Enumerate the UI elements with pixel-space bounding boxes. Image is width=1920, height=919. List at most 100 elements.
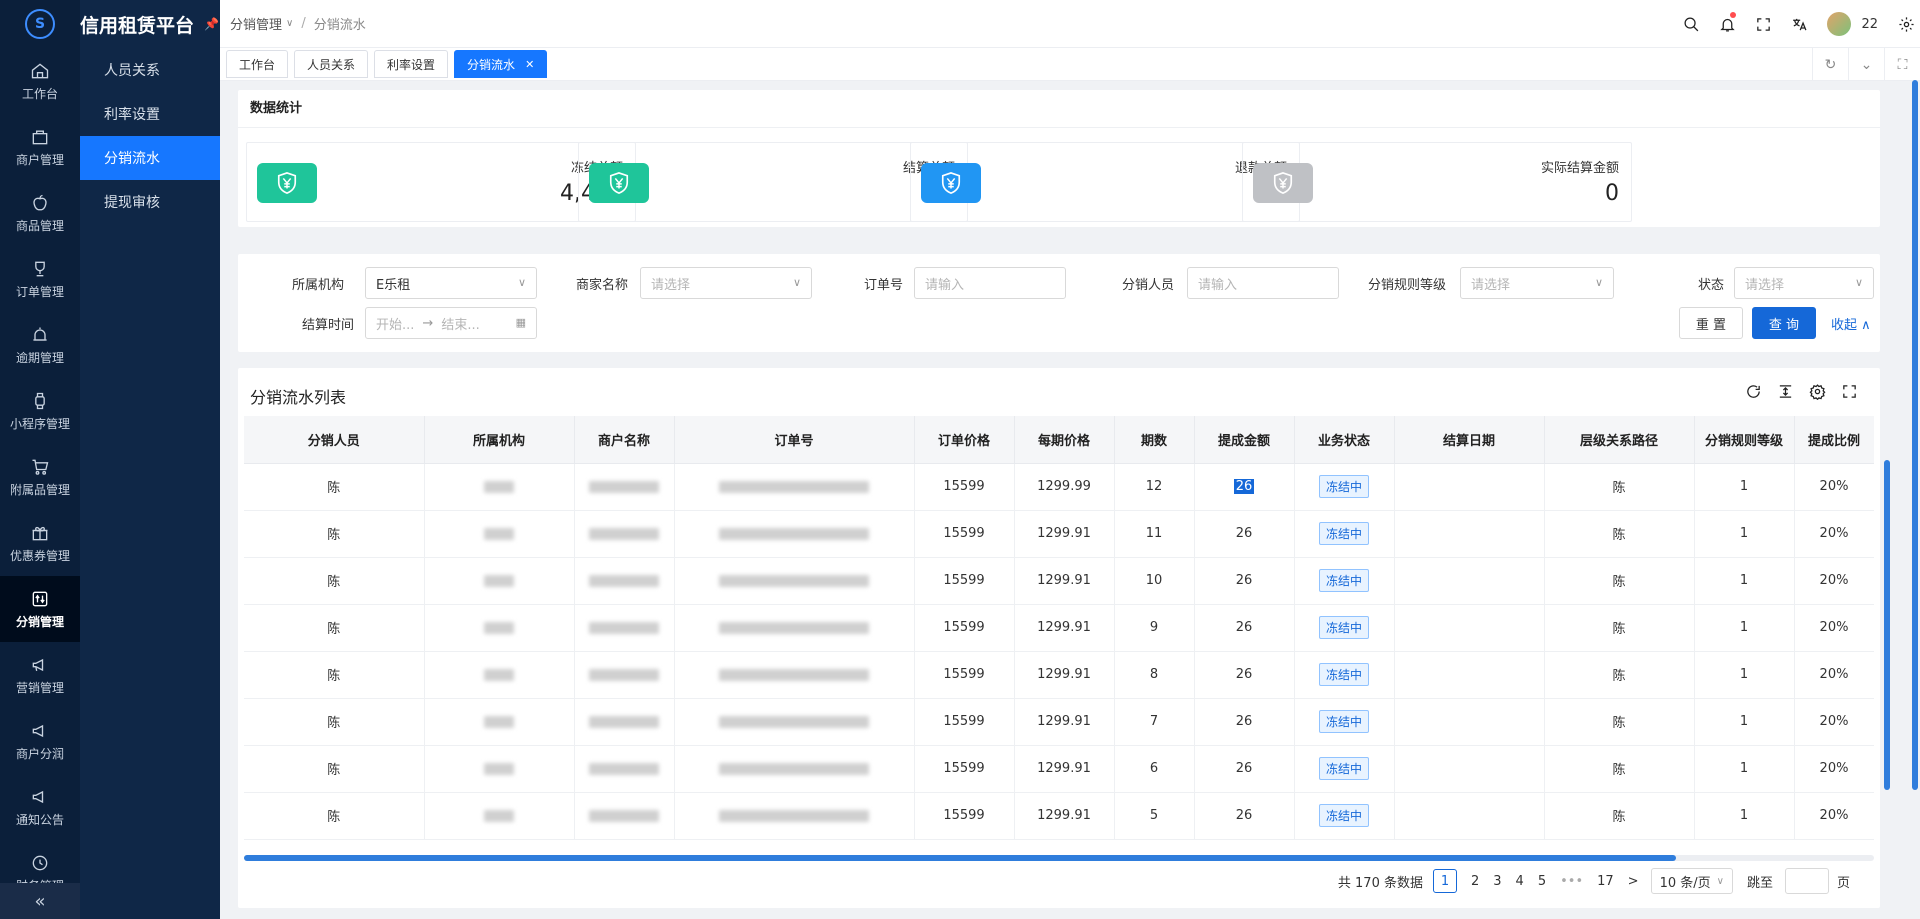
reload-icon[interactable] bbox=[1744, 382, 1762, 400]
per-price-text: 1299.91 bbox=[1037, 620, 1091, 635]
rail-item-3[interactable]: 订单管理 bbox=[0, 246, 80, 312]
level-select[interactable]: 请选择 ∨ bbox=[1460, 267, 1614, 299]
submenu-item-rate[interactable]: 利率设置 bbox=[80, 92, 220, 136]
page-4[interactable]: 4 bbox=[1516, 874, 1524, 889]
breadcrumb-parent[interactable]: 分销管理 bbox=[230, 14, 282, 33]
column-header[interactable]: 层级关系路径 bbox=[1544, 416, 1695, 464]
cell-ratio: 20% bbox=[1794, 557, 1874, 605]
status-select[interactable]: 请选择 ∨ bbox=[1734, 267, 1874, 299]
page-3[interactable]: 3 bbox=[1493, 874, 1501, 889]
tab-flow[interactable]: 分销流水 ✕ bbox=[454, 50, 548, 78]
column-settings-icon[interactable] bbox=[1808, 382, 1826, 400]
redacted-text bbox=[484, 668, 514, 681]
column-header[interactable]: 商户名称 bbox=[574, 416, 675, 464]
fullscreen-icon[interactable] bbox=[1840, 382, 1858, 400]
page-17[interactable]: 17 bbox=[1597, 874, 1614, 889]
table-vertical-scrollbar[interactable] bbox=[1884, 460, 1890, 790]
refresh-icon[interactable]: ↻ bbox=[1812, 48, 1848, 81]
chevron-down-icon[interactable]: ⌄ bbox=[1848, 48, 1884, 81]
scrollbar-thumb[interactable] bbox=[244, 855, 1676, 861]
submenu-item-relations[interactable]: 人员关系 bbox=[80, 48, 220, 92]
column-header[interactable]: 订单价格 bbox=[914, 416, 1015, 464]
cell-org bbox=[424, 792, 575, 840]
jump-input[interactable] bbox=[1784, 868, 1829, 894]
search-icon[interactable] bbox=[1673, 0, 1709, 48]
submenu-item-withdraw[interactable]: 提现审核 bbox=[80, 180, 220, 224]
table-row[interactable]: 陈 15599 1299.91 9 26 冻结中 陈 1 20% bbox=[244, 604, 1874, 652]
person-input[interactable]: 请输入 bbox=[1187, 267, 1339, 299]
shield-yen-icon bbox=[1253, 163, 1313, 203]
rail-item-0[interactable]: 工作台 bbox=[0, 48, 80, 114]
table-row[interactable]: 陈 15599 1299.99 12 26 冻结中 陈 1 20% bbox=[244, 463, 1874, 511]
cell-date bbox=[1394, 510, 1545, 558]
avatar[interactable] bbox=[1827, 12, 1852, 36]
chevron-down-icon: ∨ bbox=[792, 276, 801, 289]
column-header[interactable]: 订单号 bbox=[674, 416, 915, 464]
column-header[interactable]: 每期价格 bbox=[1014, 416, 1115, 464]
next-page-icon[interactable]: > bbox=[1628, 874, 1639, 889]
rail-item-11[interactable]: 通知公告 bbox=[0, 774, 80, 840]
page-vertical-scrollbar[interactable] bbox=[1912, 80, 1918, 790]
query-button[interactable]: 查 询 bbox=[1752, 307, 1816, 339]
bell-icon[interactable] bbox=[1709, 0, 1745, 48]
table-row[interactable]: 陈 15599 1299.91 5 26 冻结中 陈 1 20% bbox=[244, 792, 1874, 840]
rail-item-6[interactable]: 附属品管理 bbox=[0, 444, 80, 510]
reset-button[interactable]: 重 置 bbox=[1679, 307, 1743, 339]
tab-rate[interactable]: 利率设置 bbox=[374, 50, 449, 78]
rail-item-1[interactable]: 商户管理 bbox=[0, 114, 80, 180]
bell-outline-icon bbox=[30, 721, 50, 741]
redacted-text bbox=[589, 621, 659, 634]
table-row[interactable]: 陈 15599 1299.91 6 26 冻结中 陈 1 20% bbox=[244, 745, 1874, 793]
table-row[interactable]: 陈 15599 1299.91 10 26 冻结中 陈 1 20% bbox=[244, 557, 1874, 605]
column-header[interactable]: 结算日期 bbox=[1394, 416, 1545, 464]
settings-gear-icon[interactable] bbox=[1892, 0, 1920, 48]
column-header[interactable]: 分销人员 bbox=[244, 416, 425, 464]
redacted-text bbox=[484, 480, 514, 493]
page-5[interactable]: 5 bbox=[1538, 874, 1546, 889]
column-header[interactable]: 提成金额 bbox=[1194, 416, 1295, 464]
column-header[interactable]: 期数 bbox=[1114, 416, 1195, 464]
table-row[interactable]: 陈 15599 1299.91 7 26 冻结中 陈 1 20% bbox=[244, 698, 1874, 746]
rail-item-7[interactable]: 优惠券管理 bbox=[0, 510, 80, 576]
rail-item-5[interactable]: 小程序管理 bbox=[0, 378, 80, 444]
table-row[interactable]: 陈 15599 1299.91 8 26 冻结中 陈 1 20% bbox=[244, 651, 1874, 699]
maximize-icon[interactable]: ⛶ bbox=[1884, 48, 1920, 81]
page-ellipsis[interactable]: ••• bbox=[1560, 874, 1583, 889]
column-header[interactable]: 分销规则等级 bbox=[1694, 416, 1795, 464]
tab-relations[interactable]: 人员关系 bbox=[294, 50, 369, 78]
collapse-link[interactable]: 收起 ∧ bbox=[1831, 314, 1871, 333]
order-input[interactable]: 请输入 bbox=[914, 267, 1066, 299]
table-row[interactable]: 陈 15599 1299.91 11 26 冻结中 陈 1 20% bbox=[244, 510, 1874, 558]
chevron-down-icon[interactable]: ∨ bbox=[286, 18, 293, 29]
app-logo[interactable]: S bbox=[0, 0, 80, 48]
rail-item-10[interactable]: 商户分润 bbox=[0, 708, 80, 774]
column-header[interactable]: 业务状态 bbox=[1294, 416, 1395, 464]
org-select[interactable]: E乐租 ∨ bbox=[365, 267, 537, 299]
rail-item-8[interactable]: 分销管理 bbox=[0, 576, 80, 642]
column-header[interactable]: 提成比例 bbox=[1794, 416, 1874, 464]
pin-icon[interactable]: 📌 bbox=[204, 17, 219, 31]
density-icon[interactable] bbox=[1776, 382, 1794, 400]
collapse-menu-button[interactable]: « bbox=[0, 883, 80, 919]
chevron-up-icon: ∧ bbox=[1861, 318, 1871, 333]
submenu-item-flow[interactable]: 分销流水 bbox=[80, 136, 220, 180]
merchant-select[interactable]: 请选择 ∨ bbox=[640, 267, 812, 299]
translate-icon[interactable] bbox=[1781, 0, 1817, 48]
table-wrapper[interactable]: 分销人员 所属机构 商户名称 订单号 订单价格 每期价格 期数 提成金额 业务状态 结算日期 层级关… bbox=[244, 416, 1874, 861]
redacted-text bbox=[589, 762, 659, 775]
fullscreen-icon[interactable] bbox=[1745, 0, 1781, 48]
horizontal-scrollbar[interactable] bbox=[244, 855, 1874, 861]
page-size-select[interactable]: 10 条/页 ∨ bbox=[1650, 868, 1733, 894]
ratio-text: 20% bbox=[1819, 479, 1849, 494]
user-name[interactable]: 22 bbox=[1861, 17, 1878, 32]
date-range-picker[interactable]: 开始... → 结束... ▦ bbox=[365, 307, 537, 339]
rail-item-9[interactable]: 营销管理 bbox=[0, 642, 80, 708]
close-icon[interactable]: ✕ bbox=[525, 58, 534, 71]
tab-workbench[interactable]: 工作台 bbox=[226, 50, 289, 78]
rail-item-4[interactable]: 逾期管理 bbox=[0, 312, 80, 378]
rail-item-2[interactable]: 商品管理 bbox=[0, 180, 80, 246]
column-header[interactable]: 所属机构 bbox=[424, 416, 575, 464]
page-1[interactable]: 1 bbox=[1432, 869, 1457, 893]
page-suffix: 页 bbox=[1836, 875, 1850, 891]
page-2[interactable]: 2 bbox=[1471, 874, 1479, 889]
